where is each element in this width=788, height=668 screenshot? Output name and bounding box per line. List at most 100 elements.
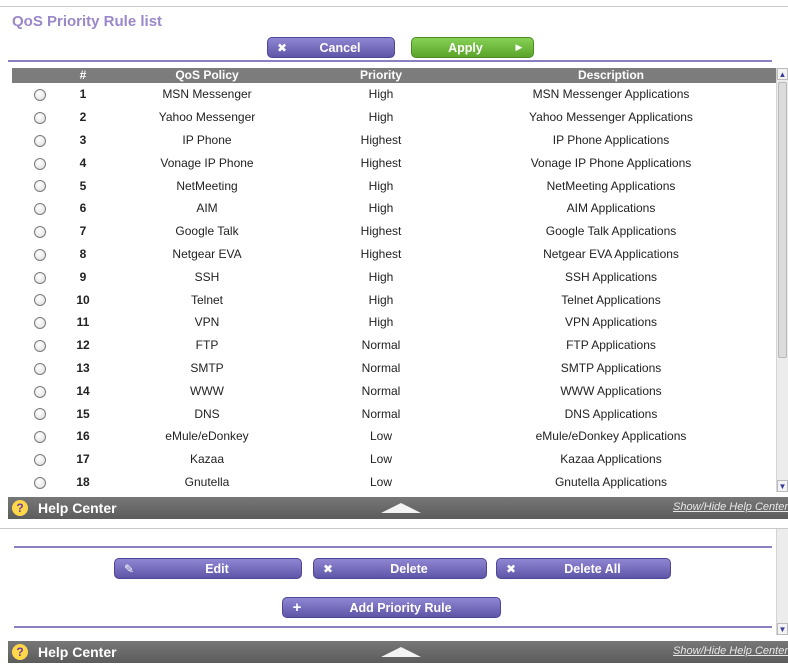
row-priority: High [368, 178, 394, 193]
row-priority: Highest [360, 246, 402, 261]
show-hide-help-link[interactable]: Show/Hide Help Center [673, 645, 788, 657]
row-select-radio[interactable] [34, 453, 46, 466]
row-qos-policy: Yahoo Messenger [158, 110, 256, 125]
row-select-radio[interactable] [34, 294, 46, 307]
row-select-radio[interactable] [34, 431, 46, 444]
row-number: 13 [76, 360, 90, 375]
row-number: 14 [76, 383, 90, 398]
row-priority: High [368, 87, 394, 102]
row-number: 18 [76, 474, 90, 489]
row-description: VPN Applications [564, 315, 658, 330]
edit-button[interactable]: ✎ Edit [114, 558, 302, 579]
qos-rule-table-container: # QoS Policy Priority Description 1 MSN M… [12, 68, 776, 492]
row-description: MSN Messenger Applications [532, 87, 690, 102]
row-select-cell [12, 83, 68, 106]
row-select-cell [12, 448, 68, 471]
cancel-button[interactable]: ✖ Cancel [267, 37, 395, 58]
row-select-radio[interactable] [34, 203, 46, 216]
row-description: Netgear EVA Applications [543, 246, 679, 261]
table-row[interactable]: 6 AIM High AIM Applications [12, 197, 776, 220]
row-select-cell [12, 357, 68, 380]
row-select-cell [12, 425, 68, 448]
header-select [12, 68, 68, 83]
table-row[interactable]: 3 IP Phone Highest IP Phone Applications [12, 129, 776, 152]
table-row[interactable]: 4 Vonage IP Phone Highest Vonage IP Phone A… [12, 151, 776, 174]
row-priority: High [368, 292, 394, 307]
row-number: 16 [76, 429, 90, 444]
header-qos-policy: QoS Policy [175, 68, 239, 82]
row-select-radio[interactable] [34, 317, 46, 330]
scroll-down-arrow[interactable]: ▼ [777, 623, 788, 635]
row-description: SMTP Applications [560, 360, 662, 375]
row-select-radio[interactable] [34, 180, 46, 193]
row-select-cell [12, 151, 68, 174]
row-select-radio[interactable] [34, 339, 46, 352]
row-select-cell [12, 402, 68, 425]
row-select-radio[interactable] [34, 248, 46, 261]
row-select-radio[interactable] [34, 362, 46, 375]
row-select-radio[interactable] [34, 89, 46, 102]
row-qos-policy: Gnutella [184, 474, 230, 489]
row-qos-policy: SSH [194, 269, 220, 284]
row-description: IP Phone Applications [552, 132, 670, 147]
row-select-radio[interactable] [34, 408, 46, 421]
row-priority: High [368, 269, 394, 284]
row-number: 12 [76, 338, 90, 353]
table-row[interactable]: 11 VPN High VPN Applications [12, 311, 776, 334]
table-row[interactable]: 10 Telnet High Telnet Applications [12, 288, 776, 311]
add-priority-rule-button[interactable]: + Add Priority Rule [282, 597, 501, 618]
row-qos-policy: Telnet [190, 292, 224, 307]
table-row[interactable]: 14 WWW Normal WWW Applications [12, 379, 776, 402]
scroll-thumb[interactable] [778, 82, 787, 358]
scroll-up-arrow[interactable]: ▲ [777, 68, 788, 80]
row-qos-policy: WWW [190, 383, 224, 398]
row-select-radio[interactable] [34, 226, 46, 238]
row-qos-policy: Kazaa [189, 452, 225, 467]
row-qos-policy: FTP [195, 338, 219, 353]
delete-button[interactable]: ✖ Delete [313, 558, 487, 579]
arrow-right-icon: ▶ [515, 42, 523, 52]
row-description: SSH Applications [564, 269, 658, 284]
question-icon[interactable]: ? [12, 500, 28, 516]
table-row[interactable]: 2 Yahoo Messenger High Yahoo Messenger Appl… [12, 106, 776, 129]
table-row[interactable]: 8 Netgear EVA Highest Netgear EVA Applicati… [12, 243, 776, 266]
help-expand-toggle[interactable] [381, 647, 421, 657]
row-select-radio[interactable] [34, 112, 46, 125]
row-priority: High [368, 315, 394, 330]
table-scrollbar[interactable]: ▲ ▼ [776, 68, 788, 492]
table-row[interactable]: 18 Gnutella Low Gnutella Applications [12, 471, 776, 492]
row-select-cell [12, 197, 68, 220]
table-row[interactable]: 5 NetMeeting High NetMeeting Applications [12, 174, 776, 197]
row-priority: Highest [360, 155, 402, 170]
actions-scrollbar[interactable]: ▼ [776, 529, 788, 635]
show-hide-help-link[interactable]: Show/Hide Help Center [673, 501, 788, 513]
delete-all-button[interactable]: ✖ Delete All [496, 558, 671, 579]
row-select-radio[interactable] [34, 385, 46, 398]
table-row[interactable]: 17 Kazaa Low Kazaa Applications [12, 448, 776, 471]
table-row[interactable]: 15 DNS Normal DNS Applications [12, 402, 776, 425]
row-priority: Low [369, 429, 392, 444]
row-select-cell [12, 334, 68, 357]
row-priority: Low [369, 474, 392, 489]
row-number: 6 [79, 201, 87, 216]
table-row[interactable]: 7 Google Talk Highest Google Talk Applicati… [12, 220, 776, 243]
actions-top-divider [14, 546, 772, 548]
row-number: 4 [79, 155, 87, 170]
table-row[interactable]: 1 MSN Messenger High MSN Messenger Applicat… [12, 83, 776, 106]
apply-button[interactable]: Apply ▶ [411, 37, 534, 58]
question-icon[interactable]: ? [12, 644, 28, 660]
row-select-cell [12, 265, 68, 288]
row-qos-policy: MSN Messenger [162, 87, 252, 102]
scroll-down-arrow[interactable]: ▼ [777, 480, 788, 492]
table-row[interactable]: 13 SMTP Normal SMTP Applications [12, 357, 776, 380]
row-select-radio[interactable] [34, 271, 46, 284]
row-select-radio[interactable] [34, 157, 46, 170]
row-description: Kazaa Applications [560, 452, 662, 467]
table-row[interactable]: 9 SSH High SSH Applications [12, 265, 776, 288]
row-priority: Normal [361, 406, 401, 421]
row-select-radio[interactable] [34, 134, 46, 147]
row-select-radio[interactable] [34, 476, 46, 489]
help-expand-toggle[interactable] [381, 503, 421, 513]
table-row[interactable]: 16 eMule/eDonkey Low eMule/eDonkey Applicat… [12, 425, 776, 448]
table-row[interactable]: 12 FTP Normal FTP Applications [12, 334, 776, 357]
